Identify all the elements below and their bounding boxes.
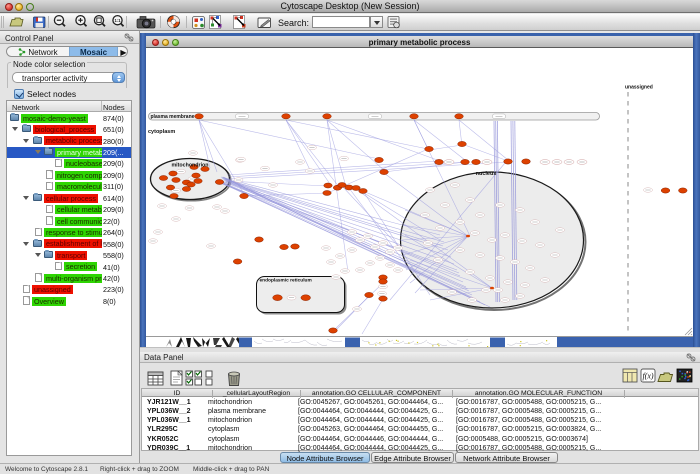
svg-text:cytoplasm: cytoplasm xyxy=(148,129,175,135)
svg-text:mitochondrion: mitochondrion xyxy=(171,163,208,169)
svg-text:1:1: 1:1 xyxy=(114,18,121,23)
svg-text:plasma membrane: plasma membrane xyxy=(151,114,195,120)
svg-text:endoplasmic reticulum: endoplasmic reticulum xyxy=(260,278,312,284)
svg-text:f(x): f(x) xyxy=(642,372,653,381)
svg-text:nucleus: nucleus xyxy=(476,171,497,177)
svg-text:unassigned: unassigned xyxy=(625,85,653,91)
